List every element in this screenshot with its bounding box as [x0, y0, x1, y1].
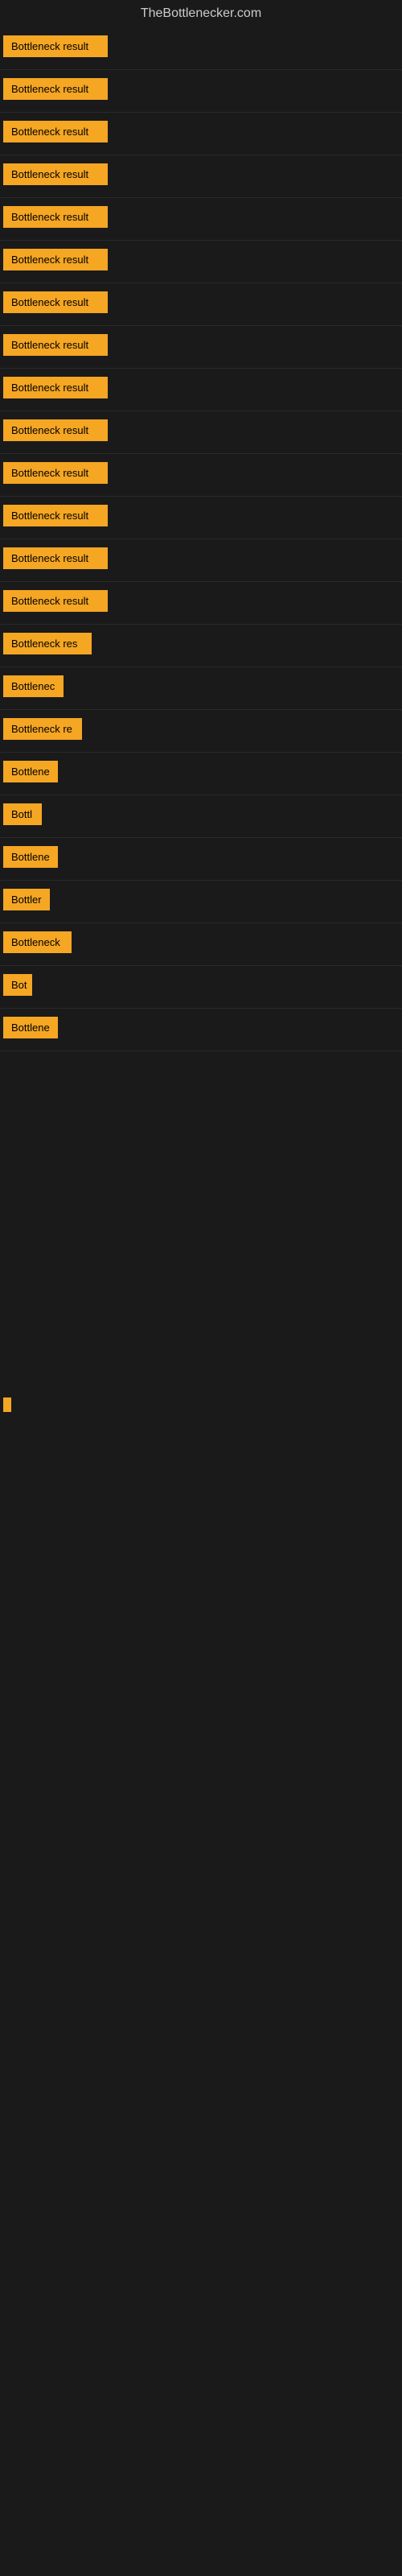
- bottom-bar: [2, 1389, 400, 1416]
- list-item: Bottleneck result: [0, 497, 402, 539]
- list-item: Bottleneck: [0, 923, 402, 966]
- list-item: Bottlene: [0, 838, 402, 881]
- list-item: Bottlenec: [0, 667, 402, 710]
- list-item: Bottleneck result: [0, 27, 402, 70]
- list-item: Bottler: [0, 881, 402, 923]
- list-item: Bottlene: [0, 1009, 402, 1051]
- bottleneck-badge: Bottleneck result: [3, 377, 108, 398]
- bottleneck-badge: Bottler: [3, 889, 50, 910]
- bottleneck-list: Bottleneck result Bottleneck result Bottle…: [0, 27, 402, 1051]
- bottleneck-badge: Bottleneck result: [3, 206, 108, 228]
- bottleneck-badge: Bottleneck re: [3, 718, 82, 740]
- bottleneck-badge: Bottlene: [3, 1017, 58, 1038]
- site-header: TheBottlenecker.com: [0, 0, 402, 27]
- bottleneck-badge: Bottleneck: [3, 931, 72, 953]
- list-item: Bottleneck result: [0, 198, 402, 241]
- bottleneck-badge: Bottleneck result: [3, 505, 108, 526]
- list-item: Bottleneck re: [0, 710, 402, 753]
- bottleneck-badge: Bot: [3, 974, 32, 996]
- bottleneck-badge: Bottl: [3, 803, 42, 825]
- list-item: Bottleneck result: [0, 155, 402, 198]
- list-item: Bottleneck result: [0, 241, 402, 283]
- bottleneck-badge: Bottleneck result: [3, 590, 108, 612]
- bottleneck-badge: Bottleneck result: [3, 291, 108, 313]
- list-item: Bottleneck result: [0, 113, 402, 155]
- small-bottom-bar: [3, 1397, 11, 1412]
- list-item: Bottleneck result: [0, 539, 402, 582]
- bottleneck-badge: Bottleneck result: [3, 121, 108, 142]
- bottleneck-badge: Bottleneck result: [3, 462, 108, 484]
- bottleneck-badge: Bottlene: [3, 846, 58, 868]
- list-item: Bottl: [0, 795, 402, 838]
- site-title: TheBottlenecker.com: [0, 0, 402, 27]
- list-item: Bot: [0, 966, 402, 1009]
- list-item: Bottleneck result: [0, 582, 402, 625]
- list-item: Bottleneck result: [0, 411, 402, 454]
- bottleneck-badge: Bottlenec: [3, 675, 64, 697]
- list-item: Bottleneck result: [0, 70, 402, 113]
- bottleneck-badge: Bottlene: [3, 761, 58, 782]
- list-item: Bottleneck result: [0, 283, 402, 326]
- bottleneck-badge: Bottleneck result: [3, 419, 108, 441]
- bottleneck-badge: Bottleneck result: [3, 78, 108, 100]
- bottleneck-badge: Bottleneck result: [3, 35, 108, 57]
- list-item: Bottleneck result: [0, 326, 402, 369]
- bottleneck-badge: Bottleneck result: [3, 249, 108, 270]
- list-item: Bottleneck res: [0, 625, 402, 667]
- list-item: Bottlene: [0, 753, 402, 795]
- bottom-section: [0, 1051, 402, 1776]
- bottleneck-badge: Bottleneck res: [3, 633, 92, 654]
- bottleneck-badge: Bottleneck result: [3, 547, 108, 569]
- list-item: Bottleneck result: [0, 369, 402, 411]
- bottleneck-badge: Bottleneck result: [3, 334, 108, 356]
- list-item: Bottleneck result: [0, 454, 402, 497]
- bottleneck-badge: Bottleneck result: [3, 163, 108, 185]
